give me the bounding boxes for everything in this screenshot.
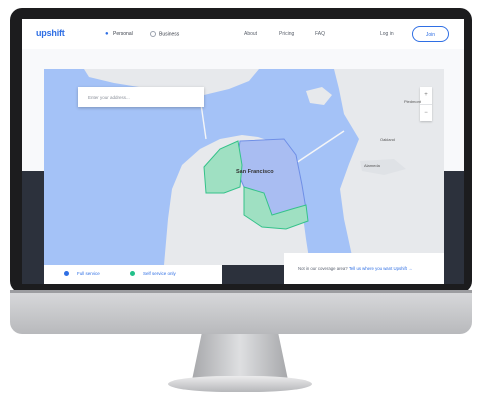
tab-personal[interactable]: ● Personal: [105, 31, 133, 37]
map-legend: Full service Self service only: [44, 265, 222, 284]
website-screen: upshift ● Personal Business About Pricing…: [22, 19, 464, 284]
map-label-san-francisco: San Francisco: [236, 169, 274, 175]
nav-link-pricing[interactable]: Pricing: [279, 31, 294, 37]
top-nav: upshift ● Personal Business About Pricing…: [22, 19, 464, 49]
map-label-oakland: Oakland: [380, 137, 395, 142]
map-label-piedmont: Piedmont: [404, 99, 421, 104]
zoom-controls: + −: [420, 87, 432, 121]
zoom-out-button[interactable]: −: [420, 104, 432, 121]
tab-business-label: Business: [159, 31, 180, 38]
monitor-stand-neck: [192, 334, 288, 380]
upshift-logo[interactable]: upshift: [36, 28, 65, 38]
join-button[interactable]: Join: [412, 26, 449, 42]
bay-bridge: [295, 130, 345, 164]
zoom-in-button[interactable]: +: [420, 87, 432, 104]
nav-link-about[interactable]: About: [244, 31, 257, 37]
legend-self-service-label: Self service only: [143, 271, 176, 276]
monitor-stand-base: [168, 376, 312, 392]
login-link[interactable]: Log in: [380, 31, 394, 37]
full-service-dot-icon: [64, 271, 69, 277]
map-label-alameda: Alameda: [364, 163, 380, 168]
circle-icon: [150, 31, 156, 37]
legend-full-service: Full service: [64, 271, 100, 277]
coverage-request-box: Not in our coverage area? Tell us where …: [284, 253, 444, 284]
person-icon: ●: [105, 31, 109, 38]
coverage-question: Not in our coverage area?: [298, 266, 348, 271]
address-search-input[interactable]: [78, 87, 204, 107]
legend-self-service: Self service only: [130, 271, 176, 277]
legend-full-service-label: Full service: [77, 271, 100, 276]
self-service-dot-icon: [130, 271, 135, 277]
monitor-chin-edge: [10, 290, 472, 293]
nav-link-faq[interactable]: FAQ: [315, 31, 325, 37]
coverage-map[interactable]: + − San Francisco Oakland Alameda Piedmo…: [44, 69, 444, 265]
tab-business[interactable]: Business: [150, 31, 179, 37]
monitor-chin: [10, 290, 472, 334]
coverage-text: Not in our coverage area? Tell us where …: [298, 266, 412, 271]
island-land: [306, 87, 332, 105]
coverage-request-link[interactable]: Tell us where you want Upshift →: [349, 266, 413, 271]
tab-personal-label: Personal: [113, 31, 133, 37]
